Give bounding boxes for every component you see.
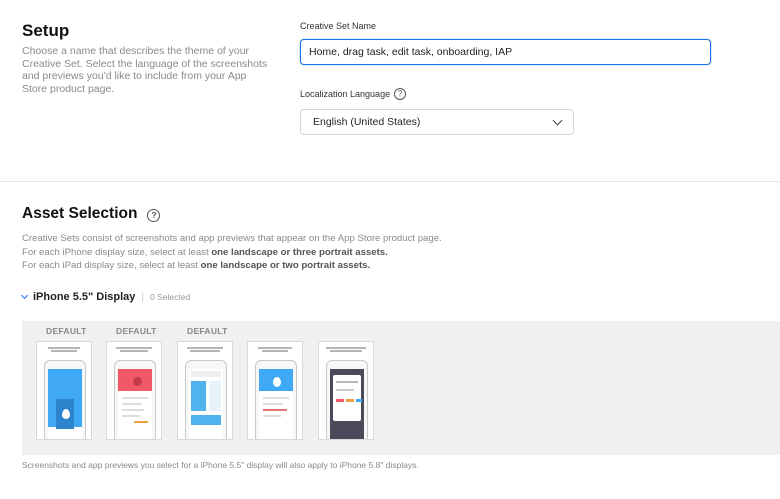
help-icon[interactable]: ? [147,208,161,222]
thumbnail-caption [182,346,228,354]
asset-selection-description: Creative Sets consist of screenshots and… [22,232,442,273]
default-label: DEFAULT [116,326,157,336]
phone-frame [114,360,156,439]
screenshot-thumbnail[interactable] [36,341,92,440]
phone-screen [118,369,152,439]
iphone-section-title: iPhone 5.5" Display [33,291,136,303]
creative-set-name-label-text: Creative Set Name [300,21,377,31]
phone-frame [185,360,227,439]
setup-title: Setup [22,21,70,40]
phone-frame [44,360,86,439]
thumbnail-caption [111,346,157,354]
default-label: DEFAULT [46,326,87,336]
separator: | [141,291,145,303]
phone-screen [259,369,293,439]
asset-desc-line-1: Creative Sets consist of screenshots and… [22,233,442,244]
localization-language-select[interactable]: English (United States) [300,109,574,135]
phone-frame [255,360,297,439]
iphone-section-toggle[interactable]: iPhone 5.5" Display | 0 Selected [20,291,191,303]
localization-language-label-text: Localization Language [300,89,391,99]
asset-desc-line-2: For each iPhone display size, select at … [22,246,388,258]
screenshot-thumbnail[interactable] [177,341,233,440]
help-icon[interactable]: ? [394,88,407,100]
phone-screen [330,369,364,439]
phone-screen [189,369,223,439]
creative-set-name-label: Creative Set Name [300,21,376,31]
asset-selection-header: Asset Selection ? [22,205,161,223]
chevron-down-icon [552,115,563,125]
setup-description: Choose a name that describes the theme o… [22,45,268,95]
thumbnail-caption [323,346,369,354]
screenshot-thumbnail[interactable] [318,341,374,440]
screenshot-thumbnail[interactable] [247,341,303,440]
creative-set-name-input[interactable] [300,39,711,65]
asset-selection-title: Asset Selection [22,205,138,222]
thumbnail-caption [41,346,87,354]
selected-count: 0 Selected [150,292,191,302]
footnote: Screenshots and app previews you select … [22,460,419,470]
localization-language-value: English (United States) [313,116,421,128]
section-divider [0,181,780,182]
default-label: DEFAULT [187,326,228,336]
asset-desc-line-3: For each iPad display size, select at le… [22,260,371,271]
screenshot-thumbnail[interactable] [106,341,162,440]
thumbnail-caption [252,346,298,354]
phone-screen [48,369,82,439]
phone-frame [326,360,368,439]
localization-language-label: Localization Language ? [300,88,407,100]
chevron-down-icon[interactable] [20,291,29,300]
